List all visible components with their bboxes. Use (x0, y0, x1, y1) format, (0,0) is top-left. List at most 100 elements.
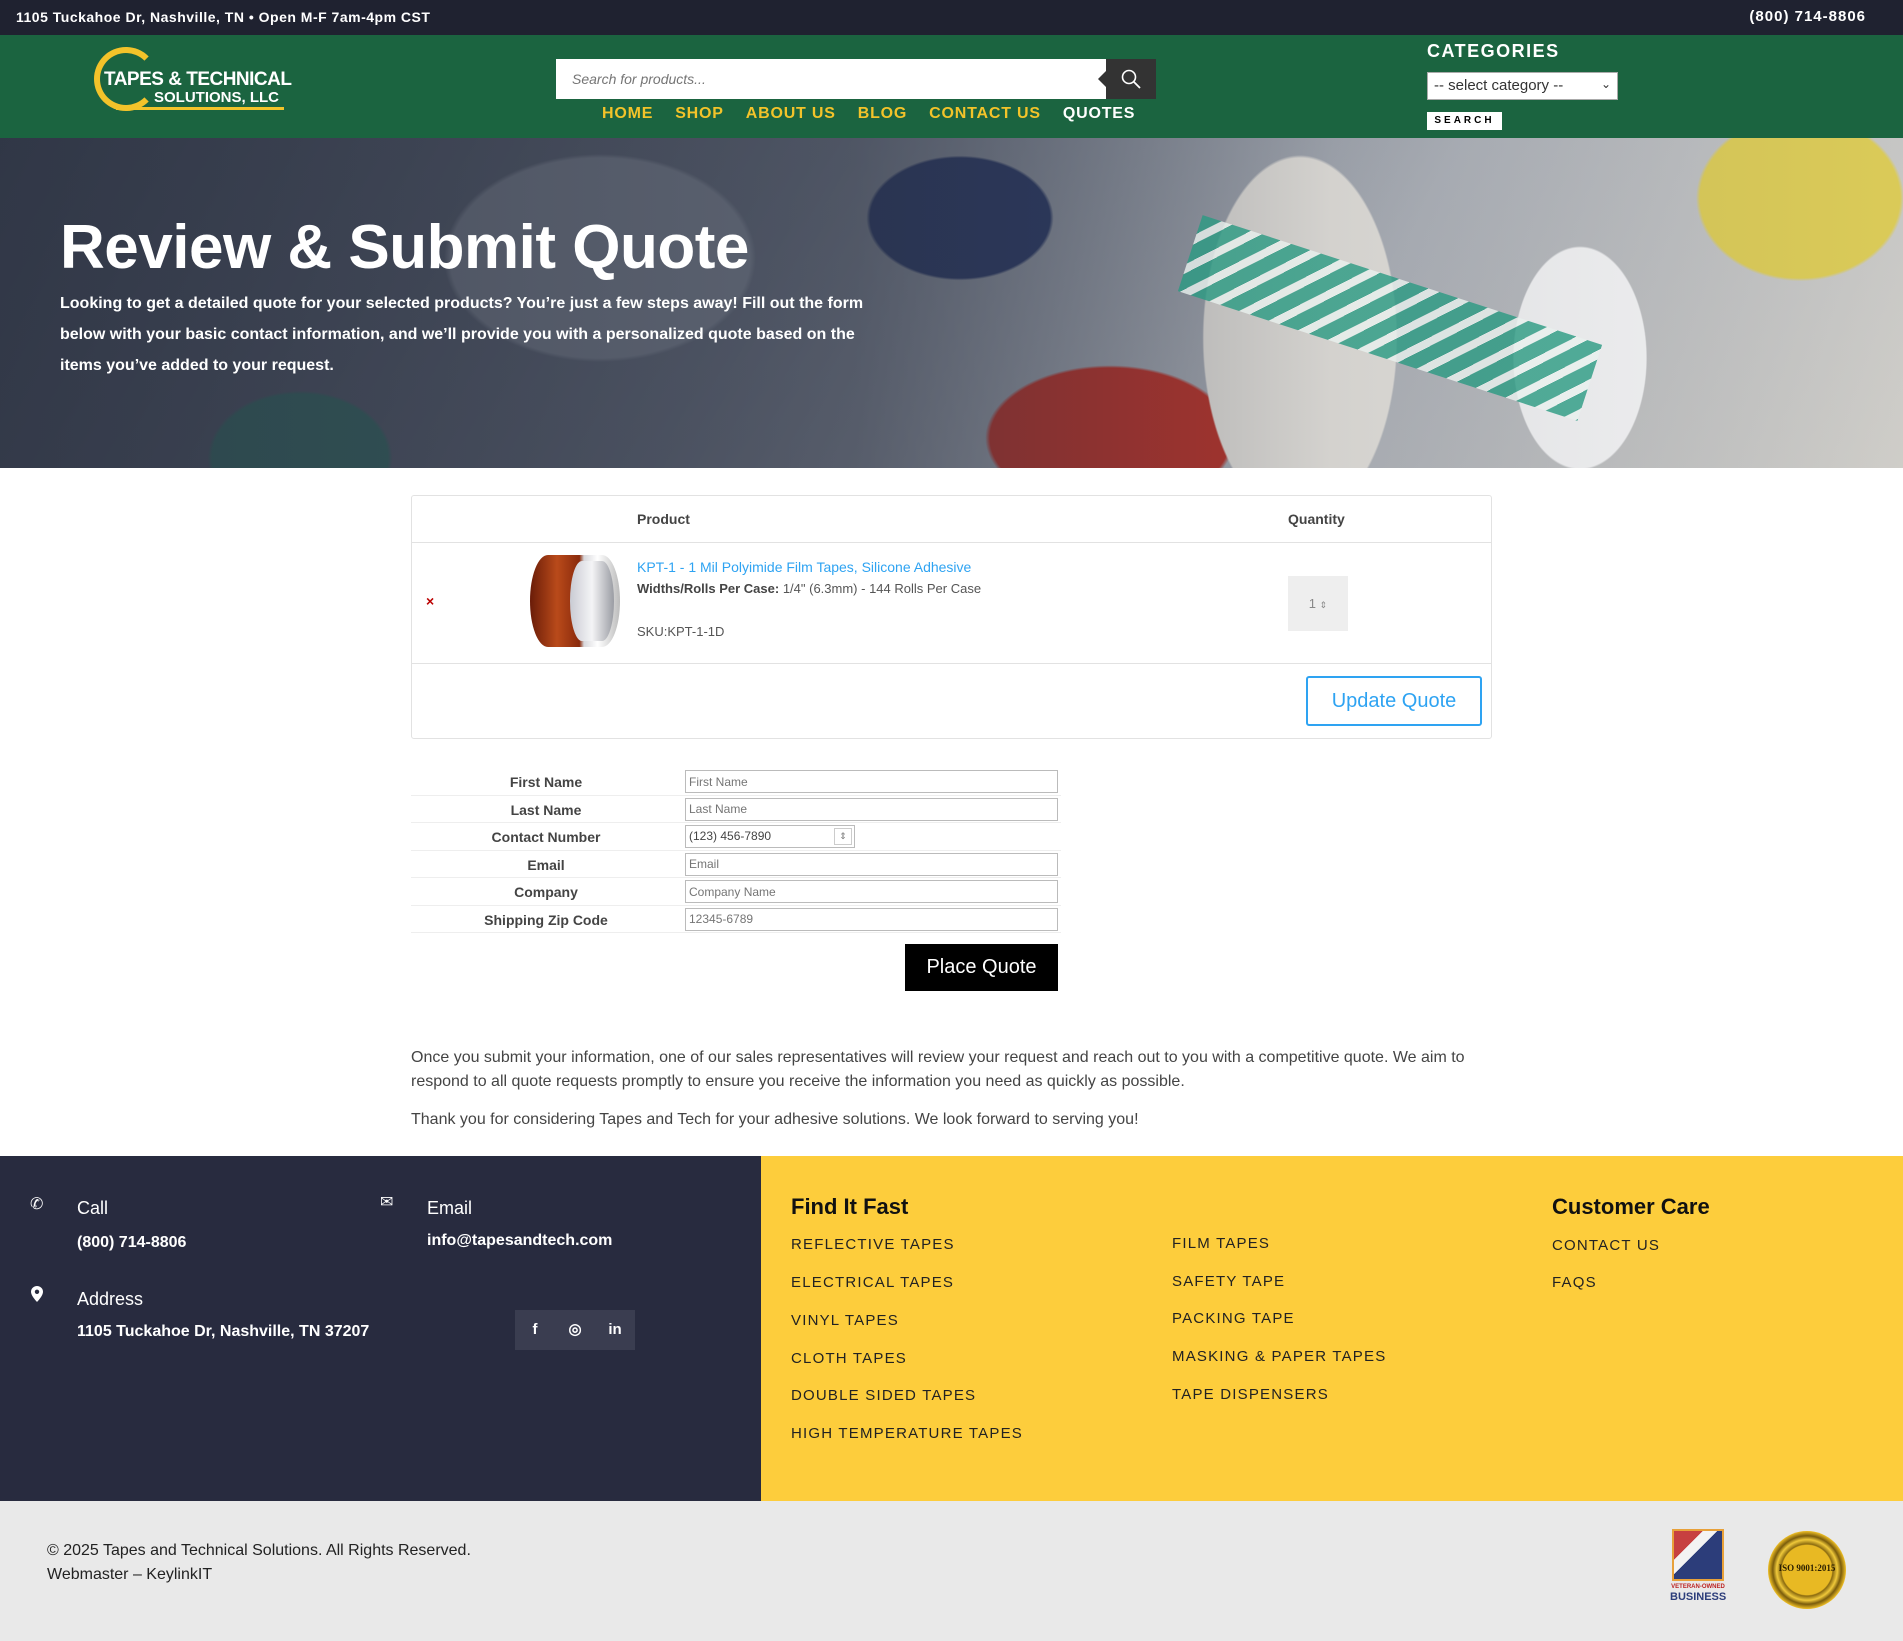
veteran-badge-caption: VETERAN-OWNED (1671, 1584, 1725, 1590)
call-label: Call (77, 1198, 109, 1218)
link-vinyl-tapes[interactable]: VINYL TAPES (791, 1312, 899, 1329)
contact-number-field[interactable]: (123) 456-7890 ⇕ (685, 825, 855, 848)
hero-description: Looking to get a detailed quote for your… (60, 295, 864, 374)
company-field[interactable] (685, 880, 1058, 903)
contact-number-placeholder: (123) 456-7890 (689, 829, 772, 843)
main-nav: HOME SHOP ABOUT US BLOG CONTACT US QUOTE… (602, 105, 1135, 123)
top-bar-address: 1105 Tuckahoe Dr, Nashville, TN • Open M… (16, 9, 431, 25)
veteran-badge-business: BUSINESS (1670, 1591, 1727, 1603)
veteran-owned-badge: VETERAN-OWNED BUSINESS (1670, 1529, 1726, 1605)
chevron-down-icon: ⌄ (1600, 77, 1611, 91)
column-header-product: Product (637, 511, 690, 527)
update-quote-button[interactable]: Update Quote (1306, 676, 1482, 726)
form-row-email: Email (411, 851, 1061, 878)
quote-table-header: Product Quantity (412, 496, 1491, 543)
phone-icon: ✆ (30, 1196, 44, 1213)
nav-contact-us[interactable]: CONTACT US (929, 105, 1041, 123)
map-pin-icon (31, 1286, 43, 1302)
veteran-shield-icon (1672, 1529, 1724, 1581)
contact-number-label: Contact Number (491, 829, 601, 845)
first-name-field[interactable] (685, 770, 1058, 793)
link-packing-tape[interactable]: PACKING TAPE (1172, 1310, 1295, 1327)
zip-code-label: Shipping Zip Code (484, 911, 608, 928)
quantity-stepper[interactable]: 1 ⇕ (1288, 576, 1348, 631)
last-name-field[interactable] (685, 797, 1058, 821)
logo-underline (116, 107, 284, 110)
nav-quotes[interactable]: QUOTES (1063, 105, 1135, 123)
webmaster-line: Webmaster – KeylinkIT (47, 1566, 213, 1583)
quantity-value: 1 (1308, 596, 1317, 611)
form-row-contact-number: Contact Number (123) 456-7890 ⇕ (411, 823, 1061, 851)
table-row: × KPT-1 - 1 Mil Polyimide Film Tapes, Si… (412, 543, 1491, 664)
nav-blog[interactable]: BLOG (858, 105, 907, 123)
product-thumbnail[interactable] (530, 555, 620, 647)
thank-you-paragraph: Thank you for considering Tapes and Tech… (411, 1111, 1139, 1128)
call-value[interactable]: (800) 714-8806 (77, 1234, 186, 1252)
form-row-zip: Shipping Zip Code (411, 906, 1061, 933)
categories-widget: CATEGORIES -- select category -- ⌄ SEARC… (1427, 41, 1618, 130)
social-links: f ◎ in (515, 1310, 635, 1350)
address-label: Address (77, 1289, 144, 1309)
quote-table: Product Quantity × KPT-1 - 1 Mil Polyimi… (411, 495, 1492, 739)
link-safety-tape[interactable]: SAFETY TAPE (1172, 1273, 1285, 1290)
link-reflective-tapes[interactable]: REFLECTIVE TAPES (791, 1236, 955, 1253)
company-label: Company (514, 884, 578, 900)
category-select-value: -- select category -- (1434, 77, 1564, 94)
email-field[interactable] (685, 852, 1058, 876)
form-row-company: Company (411, 878, 1061, 906)
search-icon (1121, 69, 1141, 89)
category-select[interactable]: -- select category -- ⌄ (1427, 72, 1618, 100)
email-label: Email (527, 856, 565, 873)
link-contact-us[interactable]: CONTACT US (1552, 1237, 1660, 1254)
email-value[interactable]: info@tapesandtech.com (427, 1232, 612, 1250)
last-name-label: Last Name (510, 801, 582, 818)
address-value: 1105 Tuckahoe Dr, Nashville, TN 37207 (77, 1323, 370, 1340)
product-title-link[interactable]: KPT-1 - 1 Mil Polyimide Film Tapes, Sili… (637, 559, 971, 575)
top-bar: 1105 Tuckahoe Dr, Nashville, TN • Open M… (0, 0, 1903, 35)
stepper-arrows-icon: ⇕ (1319, 600, 1328, 610)
site-logo[interactable]: TAPES & TECHNICAL SOLUTIONS, LLC (94, 47, 294, 117)
customer-care-title: Customer Care (1552, 1194, 1710, 1219)
product-sku: SKU:KPT-1-1D (637, 624, 725, 639)
instagram-icon[interactable]: ◎ (555, 1310, 595, 1350)
place-quote-button[interactable]: Place Quote (905, 944, 1058, 991)
logo-line-2: SOLUTIONS, LLC (154, 89, 279, 106)
category-search-button[interactable]: SEARCH (1427, 112, 1502, 130)
nav-shop[interactable]: SHOP (675, 105, 724, 123)
nav-home[interactable]: HOME (602, 105, 653, 123)
form-row-last-name: Last Name (411, 796, 1061, 823)
link-electrical-tapes[interactable]: ELECTRICAL TAPES (791, 1274, 954, 1291)
nav-about-us[interactable]: ABOUT US (746, 105, 836, 123)
top-bar-phone[interactable]: (800) 714-8806 (1749, 8, 1866, 25)
product-attribute: Widths/Rolls Per Case: 1/4" (6.3mm) - 14… (637, 581, 981, 596)
link-faqs[interactable]: FAQS (1552, 1274, 1597, 1291)
linkedin-icon[interactable]: in (595, 1310, 635, 1350)
tape-roll-core (570, 561, 614, 641)
number-spinner-icon[interactable]: ⇕ (834, 828, 852, 845)
site-header: TAPES & TECHNICAL SOLUTIONS, LLC HOME SH… (0, 35, 1903, 138)
search-button[interactable] (1098, 59, 1156, 99)
zip-code-field[interactable] (685, 907, 1058, 931)
product-search (556, 59, 1156, 99)
page-title: Review & Submit Quote (60, 213, 749, 282)
link-cloth-tapes[interactable]: CLOTH TAPES (791, 1350, 907, 1367)
hero-banner: Review & Submit Quote Looking to get a d… (0, 138, 1903, 468)
footer-contact: ✆ Call (800) 714-8806 ✉ Email info@tapes… (0, 1156, 761, 1501)
facebook-icon[interactable]: f (515, 1310, 555, 1350)
link-high-temperature-tapes[interactable]: HIGH TEMPERATURE TAPES (791, 1425, 1023, 1442)
quote-form: First Name Last Name Contact Number (123… (411, 768, 1061, 933)
product-attribute-label: Widths/Rolls Per Case: (637, 581, 780, 596)
hero-background-tape (1177, 215, 1603, 421)
link-film-tapes[interactable]: FILM TAPES (1172, 1235, 1270, 1252)
info-paragraph: Once you submit your information, one of… (411, 1049, 1465, 1090)
link-double-sided-tapes[interactable]: DOUBLE SIDED TAPES (791, 1387, 976, 1404)
copyright-bar: © 2025 Tapes and Technical Solutions. Al… (0, 1501, 1903, 1641)
search-input[interactable] (556, 59, 1106, 99)
link-masking-paper-tapes[interactable]: MASKING & PAPER TAPES (1172, 1348, 1386, 1365)
first-name-label: First Name (509, 774, 583, 790)
iso-certified-badge: ISO 9001:2015 (1768, 1531, 1846, 1609)
footer-links: Find It Fast REFLECTIVE TAPES ELECTRICAL… (761, 1156, 1903, 1501)
remove-item-icon[interactable]: × (426, 593, 434, 609)
link-tape-dispensers[interactable]: TAPE DISPENSERS (1172, 1386, 1329, 1403)
copyright-text: © 2025 Tapes and Technical Solutions. Al… (47, 1539, 471, 1587)
